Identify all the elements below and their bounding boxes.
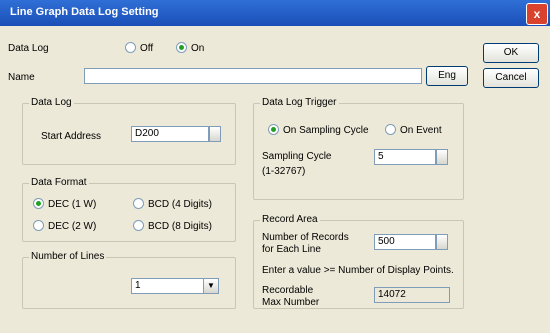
number-of-lines-title: Number of Lines (29, 251, 107, 262)
trigger-sampling-label: On Sampling Cycle (283, 125, 369, 136)
close-icon[interactable]: x (526, 3, 548, 25)
records-picker-button[interactable] (436, 234, 448, 250)
ok-button[interactable]: OK (483, 43, 539, 63)
records-label-line1: Number of Records (262, 232, 349, 243)
name-input[interactable] (84, 68, 422, 84)
trigger-sampling-radio[interactable] (268, 124, 279, 135)
data-log-off-label: Off (140, 43, 154, 54)
cancel-button[interactable]: Cancel (483, 68, 539, 88)
window-title: Line Graph Data Log Setting (10, 6, 159, 18)
number-of-lines-select[interactable]: 1 ▼ (131, 278, 219, 294)
record-area-group: Record Area Number of Records for Each L… (253, 214, 464, 309)
data-log-trigger-group: Data Log Trigger On Sampling Cycle On Ev… (253, 97, 464, 200)
data-format-group: Data Format DEC (1 W) BCD (4 Digits) DEC… (22, 177, 236, 242)
sampling-cycle-range: (1-32767) (262, 166, 306, 177)
trigger-title: Data Log Trigger (260, 97, 339, 108)
format-dec-2w-label: DEC (2 W) (48, 221, 97, 232)
name-label: Name (8, 72, 35, 83)
data-log-group: Data Log Start Address D200 (22, 97, 236, 165)
sampling-cycle-label: Sampling Cycle (262, 151, 332, 162)
sampling-cycle-picker-button[interactable] (436, 149, 448, 165)
format-bcd-8-label: BCD (8 Digits) (148, 221, 212, 232)
format-bcd-4-label: BCD (4 Digits) (148, 199, 212, 210)
format-dec-1w-label: DEC (1 W) (48, 199, 97, 210)
title-bar[interactable]: Line Graph Data Log Setting x (0, 0, 550, 26)
data-log-on-radio[interactable] (176, 42, 187, 53)
dialog-window: Line Graph Data Log Setting x Data Log O… (0, 0, 550, 333)
start-address-picker-button[interactable] (209, 126, 221, 142)
data-log-off-radio[interactable] (125, 42, 136, 53)
trigger-event-label: On Event (400, 125, 442, 136)
record-area-title: Record Area (260, 214, 320, 225)
trigger-event-radio[interactable] (385, 124, 396, 135)
recordable-max-value: 14072 (374, 287, 450, 303)
number-of-lines-group: Number of Lines 1 ▼ (22, 251, 236, 309)
eng-button[interactable]: Eng (426, 66, 468, 86)
format-bcd-4-radio[interactable] (133, 198, 144, 209)
recordable-label-line2: Max Number (262, 297, 320, 308)
sampling-cycle-input[interactable]: 5 (374, 149, 436, 165)
start-address-label: Start Address (41, 131, 102, 142)
chevron-down-icon[interactable]: ▼ (203, 279, 218, 293)
data-log-label: Data Log (8, 43, 49, 54)
data-log-group-title: Data Log (29, 97, 74, 108)
data-log-on-label: On (191, 43, 205, 54)
recordable-label-line1: Recordable (262, 285, 314, 296)
records-input[interactable]: 500 (374, 234, 436, 250)
records-label-line2: for Each Line (262, 244, 321, 255)
format-dec-1w-radio[interactable] (33, 198, 44, 209)
format-bcd-8-radio[interactable] (133, 220, 144, 231)
format-dec-2w-radio[interactable] (33, 220, 44, 231)
number-of-lines-value: 1 (135, 280, 141, 291)
start-address-input[interactable]: D200 (131, 126, 209, 142)
record-hint: Enter a value >= Number of Display Point… (262, 265, 454, 276)
data-format-title: Data Format (29, 177, 89, 188)
